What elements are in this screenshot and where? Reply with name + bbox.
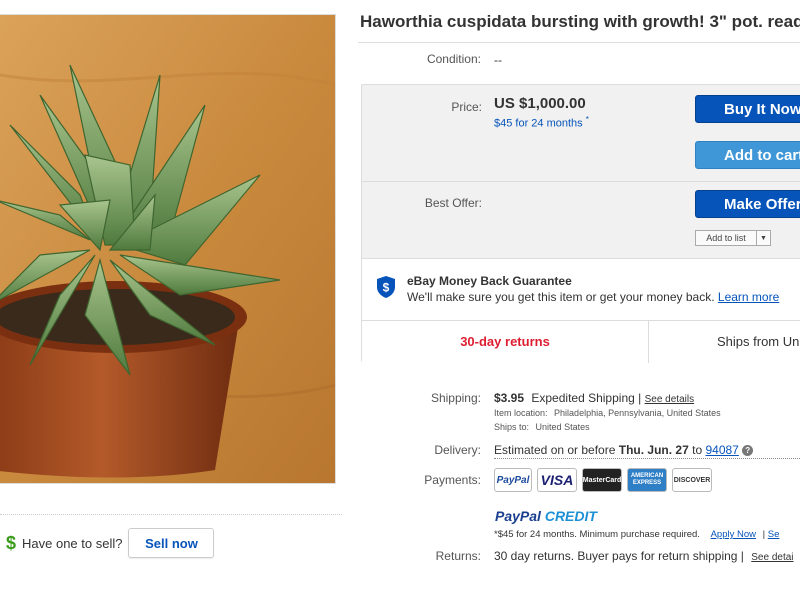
shield-icon: $ [377, 276, 395, 298]
ships-to-label: Ships to: [494, 422, 530, 432]
see-terms-link[interactable]: Se [768, 529, 780, 540]
mastercard-icon: MasterCard [582, 468, 622, 492]
buybox-separator [362, 181, 800, 182]
visa-icon: VISA [537, 468, 577, 492]
chevron-down-icon[interactable]: ▼ [756, 231, 770, 245]
item-location: Item location: Philadelphia, Pennsylvani… [494, 408, 721, 418]
add-to-list-dropdown[interactable]: Add to list ▼ [695, 230, 771, 246]
guarantee-text: We'll make sure you get this item or get… [407, 290, 779, 304]
buy-it-now-button[interactable]: Buy It Now [695, 95, 800, 123]
shipping-line: $3.95 Expedited Shipping | See details [494, 391, 694, 405]
price-label: Price: [451, 100, 482, 114]
product-photo-illustration [0, 15, 335, 483]
returns-banner: 30-day returns Ships from Un [362, 320, 800, 363]
item-location-value: Philadelphia, Pennsylvania, United State… [554, 408, 721, 418]
payments-label: Payments: [424, 473, 481, 487]
product-image[interactable] [0, 14, 336, 484]
listing-title: Haworthia cuspidata bursting with growth… [360, 12, 800, 31]
returns-label: Returns: [435, 549, 481, 563]
guarantee-description: We'll make sure you get this item or get… [407, 290, 715, 304]
discover-icon: DISCOVER [672, 468, 712, 492]
dollar-icon: $ [6, 532, 17, 553]
price-value: US $1,000.00 [494, 95, 586, 112]
buy-box: Price: US $1,000.00 $45 for 24 months * … [361, 84, 800, 363]
paypal-credit-paypal: PayPal [495, 508, 541, 524]
paypal-credit-credit: CREDIT [544, 508, 597, 524]
add-to-list-label[interactable]: Add to list [696, 233, 756, 243]
returns-banner-divider [648, 321, 649, 363]
paypal-credit-logo: PayPal CREDIT [495, 508, 597, 524]
delivery-to: to [692, 443, 703, 457]
money-back-guarantee: $ eBay Money Back Guarantee We'll make s… [362, 258, 800, 320]
shipping-see-details-link[interactable]: See details [645, 394, 694, 405]
svg-text:$: $ [383, 281, 390, 295]
make-offer-button[interactable]: Make Offer [695, 190, 800, 218]
ships-from: Ships from Un [717, 334, 800, 349]
payment-methods: PayPal VISA MasterCard AMERICAN EXPRESS … [494, 468, 712, 492]
delivery-zip-link[interactable]: 94087 [705, 443, 738, 457]
paypal-icon: PayPal [494, 468, 532, 492]
ships-to: Ships to: United States [494, 422, 590, 432]
credit-note-line: *$45 for 24 months. Minimum purchase req… [494, 529, 779, 540]
finance-offer[interactable]: $45 for 24 months * [494, 115, 589, 130]
apply-now-link[interactable]: Apply Now [711, 529, 756, 540]
credit-separator: | [762, 529, 766, 540]
delivery-label: Delivery: [434, 443, 481, 457]
help-icon[interactable]: ? [742, 445, 754, 457]
best-offer-label: Best Offer: [424, 196, 482, 210]
title-divider [358, 42, 800, 43]
amex-icon: AMERICAN EXPRESS [627, 468, 667, 492]
item-location-label: Item location: [494, 408, 548, 418]
returns-line: 30 day returns. Buyer pays for return sh… [494, 549, 794, 563]
returns-policy: 30 day returns. Buyer pays for return sh… [494, 549, 744, 563]
guarantee-title: eBay Money Back Guarantee [407, 274, 572, 288]
ships-to-value: United States [535, 422, 590, 432]
shipping-cost: $3.95 [494, 391, 525, 405]
returns-see-details-link[interactable]: See detai [751, 552, 793, 563]
finance-mark: * [585, 115, 589, 124]
add-to-cart-button[interactable]: Add to cart [695, 141, 800, 169]
delivery-estimate: Estimated on or before Thu. Jun. 27 to 9… [494, 443, 800, 459]
shipping-label: Shipping: [430, 391, 481, 405]
thirty-day-returns: 30-day returns [460, 334, 550, 349]
shipping-method: Expedited Shipping [531, 391, 635, 405]
condition-label: Condition: [426, 52, 481, 66]
delivery-prefix: Estimated on or before [494, 443, 616, 457]
have-one-to-sell: $ Have one to sell? Sell now [6, 528, 215, 558]
left-divider [0, 514, 342, 515]
have-one-label: Have one to sell? [22, 535, 123, 551]
delivery-date: Thu. Jun. 27 [618, 443, 689, 457]
finance-offer-text[interactable]: $45 for 24 months [494, 118, 583, 130]
learn-more-link[interactable]: Learn more [718, 290, 779, 304]
condition-value: -- [494, 53, 502, 67]
shipping-separator: | [638, 391, 642, 405]
sell-now-button[interactable]: Sell now [128, 528, 215, 558]
credit-note: *$45 for 24 months. Minimum purchase req… [494, 529, 700, 540]
